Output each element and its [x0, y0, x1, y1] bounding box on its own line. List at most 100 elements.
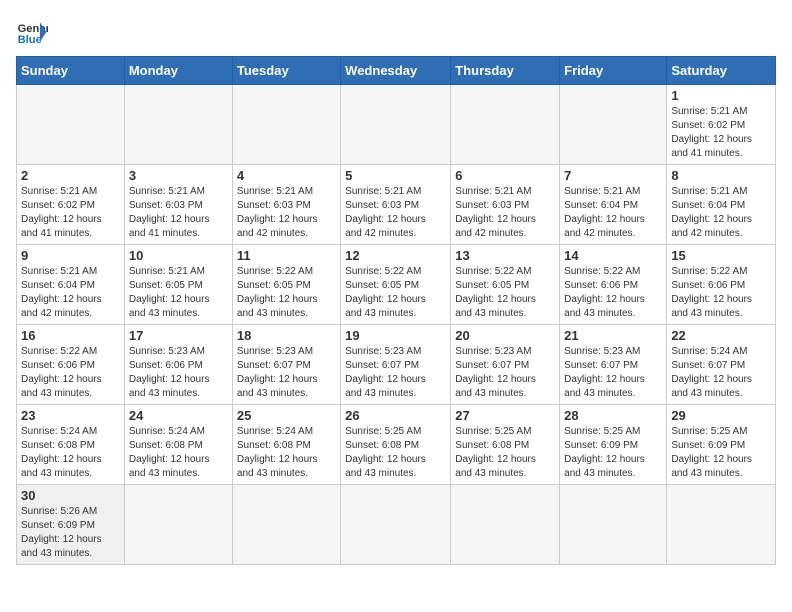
calendar-day-cell: 28Sunrise: 5:25 AM Sunset: 6:09 PM Dayli… — [560, 405, 667, 485]
day-info: Sunrise: 5:25 AM Sunset: 6:08 PM Dayligh… — [345, 425, 446, 481]
day-info: Sunrise: 5:21 AM Sunset: 6:02 PM Dayligh… — [21, 185, 120, 241]
calendar-day-cell: 2 Sunrise: 5:21 AM Sunset: 6:02 PM Daylig… — [17, 165, 125, 245]
day-number: 22 — [671, 328, 771, 343]
day-number: 8 — [671, 168, 771, 183]
day-info: Sunrise: 5:22 AM Sunset: 6:06 PM Dayligh… — [21, 345, 120, 401]
calendar-day-cell: 29 Sunrise: 5:25 AM Sunset: 6:09 PM Dayli… — [667, 405, 776, 485]
day-number: 2 — [21, 168, 120, 183]
day-number: 15 — [671, 248, 771, 263]
day-number: 26 — [345, 408, 446, 423]
calendar-day-cell — [451, 485, 560, 565]
day-info: Sunrise: 5:21 AM Sunset: 6:03 PM Dayligh… — [237, 185, 336, 241]
calendar-day-cell: 18 Sunrise: 5:23 AM Sunset: 6:07 PM Dayli… — [232, 325, 340, 405]
page-header: General Blue — [16, 16, 776, 48]
day-number: 3 — [129, 168, 228, 183]
day-info: Sunrise: 5:22 AM Sunset: 6:05 PM Dayligh… — [455, 265, 555, 321]
day-number: 9 — [21, 248, 120, 263]
day-number: 13 — [455, 248, 555, 263]
day-info: Sunrise: 5:21 AM Sunset: 6:04 PM Dayligh… — [671, 185, 771, 241]
day-header-friday: Friday — [560, 57, 667, 85]
calendar-day-cell — [560, 85, 667, 165]
day-number: 18 — [237, 328, 336, 343]
calendar-day-cell — [667, 485, 776, 565]
day-number: 16 — [21, 328, 120, 343]
calendar-day-cell: 15 Sunrise: 5:22 AM Sunset: 6:06 PM Dayli… — [667, 245, 776, 325]
calendar-day-cell: 14Sunrise: 5:22 AM Sunset: 6:06 PM Dayli… — [560, 245, 667, 325]
day-number: 28 — [564, 408, 662, 423]
day-info: Sunrise: 5:23 AM Sunset: 6:07 PM Dayligh… — [564, 345, 662, 401]
calendar-day-cell — [232, 485, 340, 565]
day-number: 24 — [129, 408, 228, 423]
day-number: 19 — [345, 328, 446, 343]
calendar-day-cell: 12 Sunrise: 5:22 AM Sunset: 6:05 PM Dayli… — [341, 245, 451, 325]
day-info: Sunrise: 5:21 AM Sunset: 6:04 PM Dayligh… — [21, 265, 120, 321]
calendar-day-cell: 5 Sunrise: 5:21 AM Sunset: 6:03 PM Daylig… — [341, 165, 451, 245]
day-info: Sunrise: 5:23 AM Sunset: 6:07 PM Dayligh… — [455, 345, 555, 401]
day-number: 23 — [21, 408, 120, 423]
calendar-week-row: 9 Sunrise: 5:21 AM Sunset: 6:04 PM Daylig… — [17, 245, 776, 325]
calendar-day-cell: 7Sunrise: 5:21 AM Sunset: 6:04 PM Daylig… — [560, 165, 667, 245]
calendar-day-cell: 8 Sunrise: 5:21 AM Sunset: 6:04 PM Daylig… — [667, 165, 776, 245]
calendar-day-cell: 24 Sunrise: 5:24 AM Sunset: 6:08 PM Dayli… — [124, 405, 232, 485]
calendar-day-cell: 21Sunrise: 5:23 AM Sunset: 6:07 PM Dayli… — [560, 325, 667, 405]
day-header-saturday: Saturday — [667, 57, 776, 85]
day-info: Sunrise: 5:26 AM Sunset: 6:09 PM Dayligh… — [21, 505, 120, 561]
day-number: 4 — [237, 168, 336, 183]
calendar-day-cell: 26 Sunrise: 5:25 AM Sunset: 6:08 PM Dayli… — [341, 405, 451, 485]
day-info: Sunrise: 5:21 AM Sunset: 6:03 PM Dayligh… — [455, 185, 555, 241]
day-info: Sunrise: 5:23 AM Sunset: 6:06 PM Dayligh… — [129, 345, 228, 401]
day-info: Sunrise: 5:23 AM Sunset: 6:07 PM Dayligh… — [345, 345, 446, 401]
calendar-day-cell: 27 Sunrise: 5:25 AM Sunset: 6:08 PM Dayli… — [451, 405, 560, 485]
calendar-week-row: 1 Sunrise: 5:21 AM Sunset: 6:02 PM Daylig… — [17, 85, 776, 165]
day-number: 17 — [129, 328, 228, 343]
day-info: Sunrise: 5:22 AM Sunset: 6:06 PM Dayligh… — [564, 265, 662, 321]
day-header-tuesday: Tuesday — [232, 57, 340, 85]
calendar-day-cell: 23 Sunrise: 5:24 AM Sunset: 6:08 PM Dayli… — [17, 405, 125, 485]
calendar-day-cell: 6 Sunrise: 5:21 AM Sunset: 6:03 PM Daylig… — [451, 165, 560, 245]
day-header-sunday: Sunday — [17, 57, 125, 85]
calendar-day-cell — [17, 85, 125, 165]
day-number: 10 — [129, 248, 228, 263]
calendar-day-cell: 11 Sunrise: 5:22 AM Sunset: 6:05 PM Dayli… — [232, 245, 340, 325]
day-info: Sunrise: 5:24 AM Sunset: 6:08 PM Dayligh… — [21, 425, 120, 481]
day-info: Sunrise: 5:24 AM Sunset: 6:08 PM Dayligh… — [129, 425, 228, 481]
calendar-day-cell — [341, 85, 451, 165]
day-info: Sunrise: 5:22 AM Sunset: 6:05 PM Dayligh… — [237, 265, 336, 321]
calendar-day-cell — [124, 485, 232, 565]
calendar-day-cell: 4 Sunrise: 5:21 AM Sunset: 6:03 PM Daylig… — [232, 165, 340, 245]
day-number: 1 — [671, 88, 771, 103]
day-info: Sunrise: 5:21 AM Sunset: 6:05 PM Dayligh… — [129, 265, 228, 321]
calendar-day-cell: 30 Sunrise: 5:26 AM Sunset: 6:09 PM Dayli… — [17, 485, 125, 565]
day-info: Sunrise: 5:25 AM Sunset: 6:09 PM Dayligh… — [671, 425, 771, 481]
calendar-header-row: SundayMondayTuesdayWednesdayThursdayFrid… — [17, 57, 776, 85]
svg-text:Blue: Blue — [18, 34, 42, 46]
calendar-day-cell — [232, 85, 340, 165]
day-number: 11 — [237, 248, 336, 263]
day-info: Sunrise: 5:23 AM Sunset: 6:07 PM Dayligh… — [237, 345, 336, 401]
day-number: 6 — [455, 168, 555, 183]
calendar-table: SundayMondayTuesdayWednesdayThursdayFrid… — [16, 56, 776, 565]
calendar-day-cell — [560, 485, 667, 565]
day-info: Sunrise: 5:25 AM Sunset: 6:08 PM Dayligh… — [455, 425, 555, 481]
calendar-day-cell: 17 Sunrise: 5:23 AM Sunset: 6:06 PM Dayli… — [124, 325, 232, 405]
day-number: 5 — [345, 168, 446, 183]
calendar-week-row: 16 Sunrise: 5:22 AM Sunset: 6:06 PM Dayli… — [17, 325, 776, 405]
day-info: Sunrise: 5:24 AM Sunset: 6:07 PM Dayligh… — [671, 345, 771, 401]
calendar-day-cell: 22 Sunrise: 5:24 AM Sunset: 6:07 PM Dayli… — [667, 325, 776, 405]
day-info: Sunrise: 5:21 AM Sunset: 6:02 PM Dayligh… — [671, 105, 771, 161]
day-number: 29 — [671, 408, 771, 423]
day-info: Sunrise: 5:21 AM Sunset: 6:03 PM Dayligh… — [345, 185, 446, 241]
day-number: 30 — [21, 488, 120, 503]
logo-icon: General Blue — [16, 16, 48, 48]
day-number: 27 — [455, 408, 555, 423]
day-info: Sunrise: 5:21 AM Sunset: 6:04 PM Dayligh… — [564, 185, 662, 241]
day-info: Sunrise: 5:24 AM Sunset: 6:08 PM Dayligh… — [237, 425, 336, 481]
day-info: Sunrise: 5:22 AM Sunset: 6:06 PM Dayligh… — [671, 265, 771, 321]
day-header-monday: Monday — [124, 57, 232, 85]
calendar-day-cell: 10 Sunrise: 5:21 AM Sunset: 6:05 PM Dayli… — [124, 245, 232, 325]
day-info: Sunrise: 5:22 AM Sunset: 6:05 PM Dayligh… — [345, 265, 446, 321]
day-number: 12 — [345, 248, 446, 263]
calendar-day-cell: 1 Sunrise: 5:21 AM Sunset: 6:02 PM Daylig… — [667, 85, 776, 165]
calendar-day-cell: 25 Sunrise: 5:24 AM Sunset: 6:08 PM Dayli… — [232, 405, 340, 485]
day-number: 25 — [237, 408, 336, 423]
